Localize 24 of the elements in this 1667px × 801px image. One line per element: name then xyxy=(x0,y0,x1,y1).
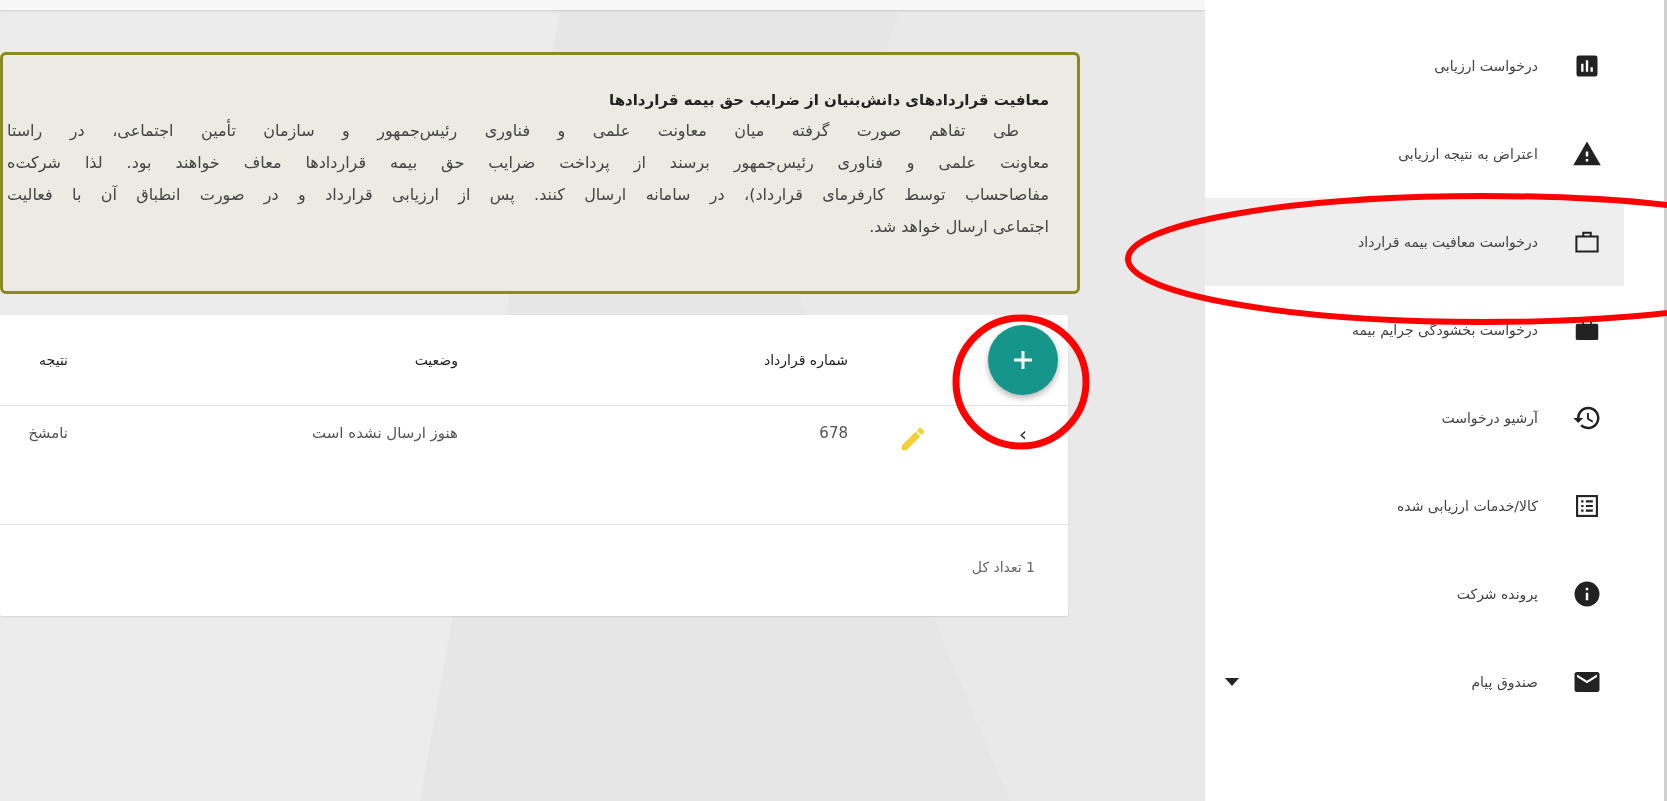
sidebar-item[interactable]: صندوق پیام xyxy=(1205,638,1624,726)
table-cell: هنوز ارسال نشده است xyxy=(312,424,458,442)
notice-text-line: مفاصاحساب توسط کارفرمای قرارداد)، در سامانه ارسال کنند. پس از ارزیابی قرارداد و در صورت انطباق آن با فعالیت xyxy=(6,184,1049,207)
total-count: 1 تعداد کل xyxy=(971,559,1035,575)
notice-text-line: طی تفاهم صورت گرفته میان معاونت علمی و فناوری رئیس‌جمهور و سازمان تأمین اجتماعی، در راستا xyxy=(6,118,1020,143)
table-cell: 678 xyxy=(819,424,848,442)
notice-text-line: اجتماعی ارسال خواهد شد. xyxy=(868,216,1049,239)
expand-button[interactable]: › xyxy=(1013,424,1033,444)
sidebar-item[interactable]: درخواست معافیت بیمه قرارداد xyxy=(1205,198,1624,286)
sidebar-item[interactable]: پرونده شرکت xyxy=(1205,550,1624,638)
sidebar-item[interactable]: اعتراض به نتیجه ارزیابی xyxy=(1205,110,1624,198)
table-cell: نامشخ xyxy=(28,424,68,442)
sidebar-item[interactable]: درخواست بخشودگی جرایم بیمه xyxy=(1205,286,1624,374)
notice-title: معافیت قراردادهای دانش‌بنیان از ضرایب حق بیمه قراردادها xyxy=(608,90,1049,111)
sidebar-item[interactable]: درخواست ارزیابی xyxy=(1205,22,1624,110)
column-header: وضعیت xyxy=(414,352,458,368)
notice-text-line: معاونت علمی و فناوری رئیس‌جمهور برسند از پرداخت ضرایب حق بیمه قراردادها معاف خواهند بود. لذا شرکت‌ه xyxy=(6,152,1049,175)
sidebar-item[interactable]: آرشیو درخواست xyxy=(1205,374,1624,462)
list-icon xyxy=(1573,492,1601,520)
column-header: نتیجه xyxy=(39,352,68,368)
info-icon xyxy=(1572,579,1602,609)
add-button[interactable] xyxy=(988,325,1058,395)
sidebar-item[interactable]: کالا/خدمات ارزیابی شده xyxy=(1205,462,1624,550)
column-header: شماره قرارداد xyxy=(763,352,848,368)
